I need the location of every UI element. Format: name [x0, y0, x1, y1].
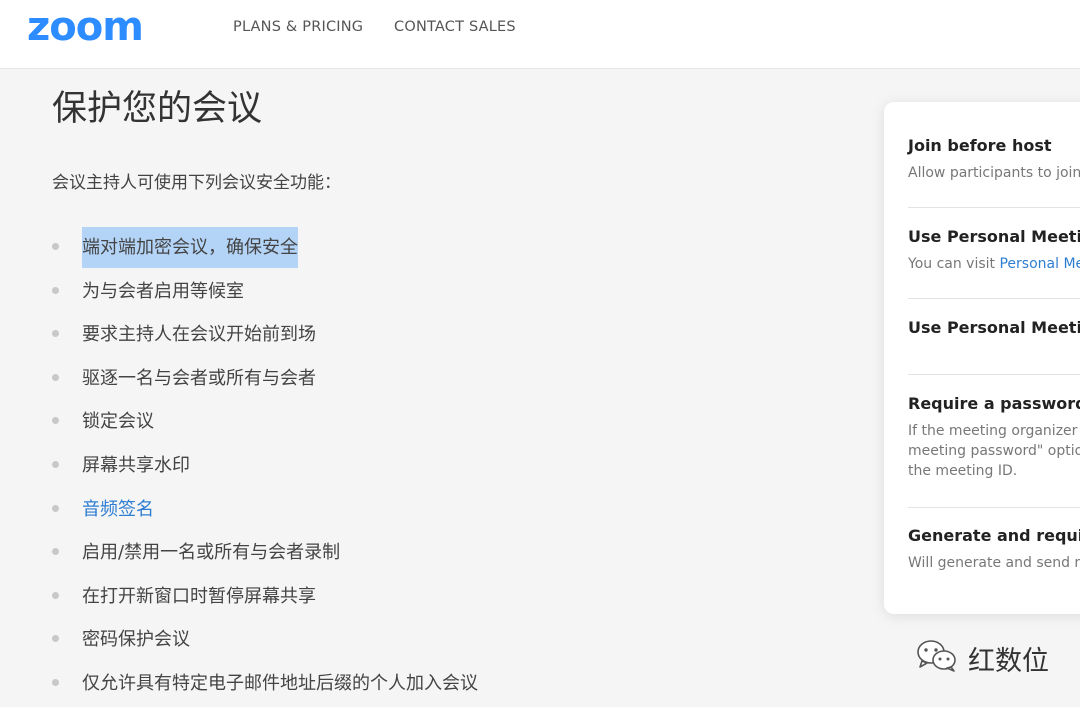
- feature-label: 要求主持人在会议开始前到场: [82, 324, 316, 346]
- intro-text: 会议主持人可使用下列会议安全功能：: [52, 173, 341, 193]
- list-item: 驱逐一名与会者或所有与会者: [52, 357, 478, 401]
- bullet-icon: [52, 635, 59, 643]
- list-item: 屏幕共享水印: [52, 444, 478, 488]
- wechat-icon: [916, 639, 958, 677]
- feature-label: 在打开新窗口时暂停屏幕共享: [82, 585, 316, 607]
- audio-signature-link[interactable]: 音频签名: [82, 499, 154, 520]
- bullet-icon: [52, 243, 59, 250]
- nav-contact-sales[interactable]: CONTACT SALES: [394, 19, 516, 35]
- feature-label: 启用/禁用一名或所有与会者录制: [82, 542, 341, 564]
- watermark-text: 红数位: [968, 645, 1049, 677]
- bullet-icon: [52, 548, 59, 556]
- list-item: 启用/禁用一名或所有与会者录制: [52, 531, 478, 575]
- setting-require-password: Require a password fo If the meeting org…: [908, 394, 1080, 481]
- feature-label: 驱逐一名与会者或所有与会者: [82, 367, 316, 389]
- divider: [908, 507, 1080, 508]
- zoom-logo[interactable]: zoom: [27, 4, 144, 50]
- setting-join-before-host: Join before host Allow participants to j…: [908, 136, 1080, 183]
- list-item: 端对端加密会议，确保安全: [52, 226, 478, 270]
- setting-use-pmi: Use Personal Meeting You can visit Perso…: [908, 227, 1080, 274]
- security-feature-list: 端对端加密会议，确保安全 为与会者启用等候室 要求主持人在会议开始前到场 驱逐一…: [52, 226, 478, 706]
- list-item: 要求主持人在会议开始前到场: [52, 313, 478, 357]
- divider: [908, 374, 1080, 375]
- setting-description-text: You can visit: [908, 256, 1000, 272]
- bullet-icon: [52, 286, 59, 294]
- setting-description: You can visit Personal Me: [908, 254, 1080, 274]
- feature-label: 屏幕共享水印: [82, 454, 190, 476]
- bullet-icon: [52, 373, 59, 381]
- nav-plans-pricing[interactable]: PLANS & PRICING: [233, 19, 363, 35]
- setting-description: Will generate and send n: [908, 555, 1080, 571]
- setting-use-pmi-instant: Use Personal Meeting: [908, 318, 1080, 337]
- list-item: 音频签名: [52, 488, 478, 532]
- setting-title: Use Personal Meeting: [908, 227, 1080, 246]
- top-navigation-bar: zoom PLANS & PRICING CONTACT SALES: [0, 0, 1080, 69]
- setting-title: Join before host: [908, 136, 1052, 155]
- bullet-icon: [52, 417, 59, 425]
- wechat-watermark: 红数位: [916, 636, 1049, 680]
- divider: [908, 298, 1080, 299]
- list-item: 为与会者启用等候室: [52, 270, 478, 314]
- bullet-icon: [52, 460, 59, 468]
- setting-title: Use Personal Meeting: [908, 318, 1080, 337]
- bullet-icon: [52, 591, 59, 599]
- divider: [908, 207, 1080, 208]
- setting-title: Require a password fo: [908, 394, 1080, 413]
- list-item: 锁定会议: [52, 400, 478, 444]
- bullet-icon: [52, 330, 59, 338]
- feature-label: 锁定会议: [82, 411, 154, 433]
- meeting-settings-card: Join before host Allow participants to j…: [884, 102, 1080, 614]
- feature-label: 仅允许具有特定电子邮件地址后缀的个人加入会议: [82, 672, 478, 694]
- list-item: 仅允许具有特定电子邮件地址后缀的个人加入会议: [52, 662, 478, 706]
- personal-meeting-link[interactable]: Personal Me: [999, 256, 1080, 272]
- setting-generate-password: Generate and require p Will generate and…: [908, 526, 1080, 573]
- bullet-icon: [52, 504, 59, 512]
- bullet-icon: [52, 678, 59, 686]
- feature-label: 密码保护会议: [82, 629, 190, 651]
- setting-description: Allow participants to join: [908, 165, 1080, 181]
- setting-description: If the meeting organizer s meeting passw…: [908, 421, 1080, 481]
- feature-label: 为与会者启用等候室: [82, 280, 244, 302]
- setting-description-line: meeting password" optio: [908, 443, 1080, 459]
- setting-description-line: If the meeting organizer s: [908, 423, 1080, 439]
- feature-label: 端对端加密会议，确保安全: [82, 227, 298, 268]
- setting-description-line: the meeting ID.: [908, 463, 1018, 479]
- page-title: 保护您的会议: [52, 89, 263, 129]
- setting-title: Generate and require p: [908, 526, 1080, 545]
- list-item: 在打开新窗口时暂停屏幕共享: [52, 575, 478, 619]
- list-item: 密码保护会议: [52, 618, 478, 662]
